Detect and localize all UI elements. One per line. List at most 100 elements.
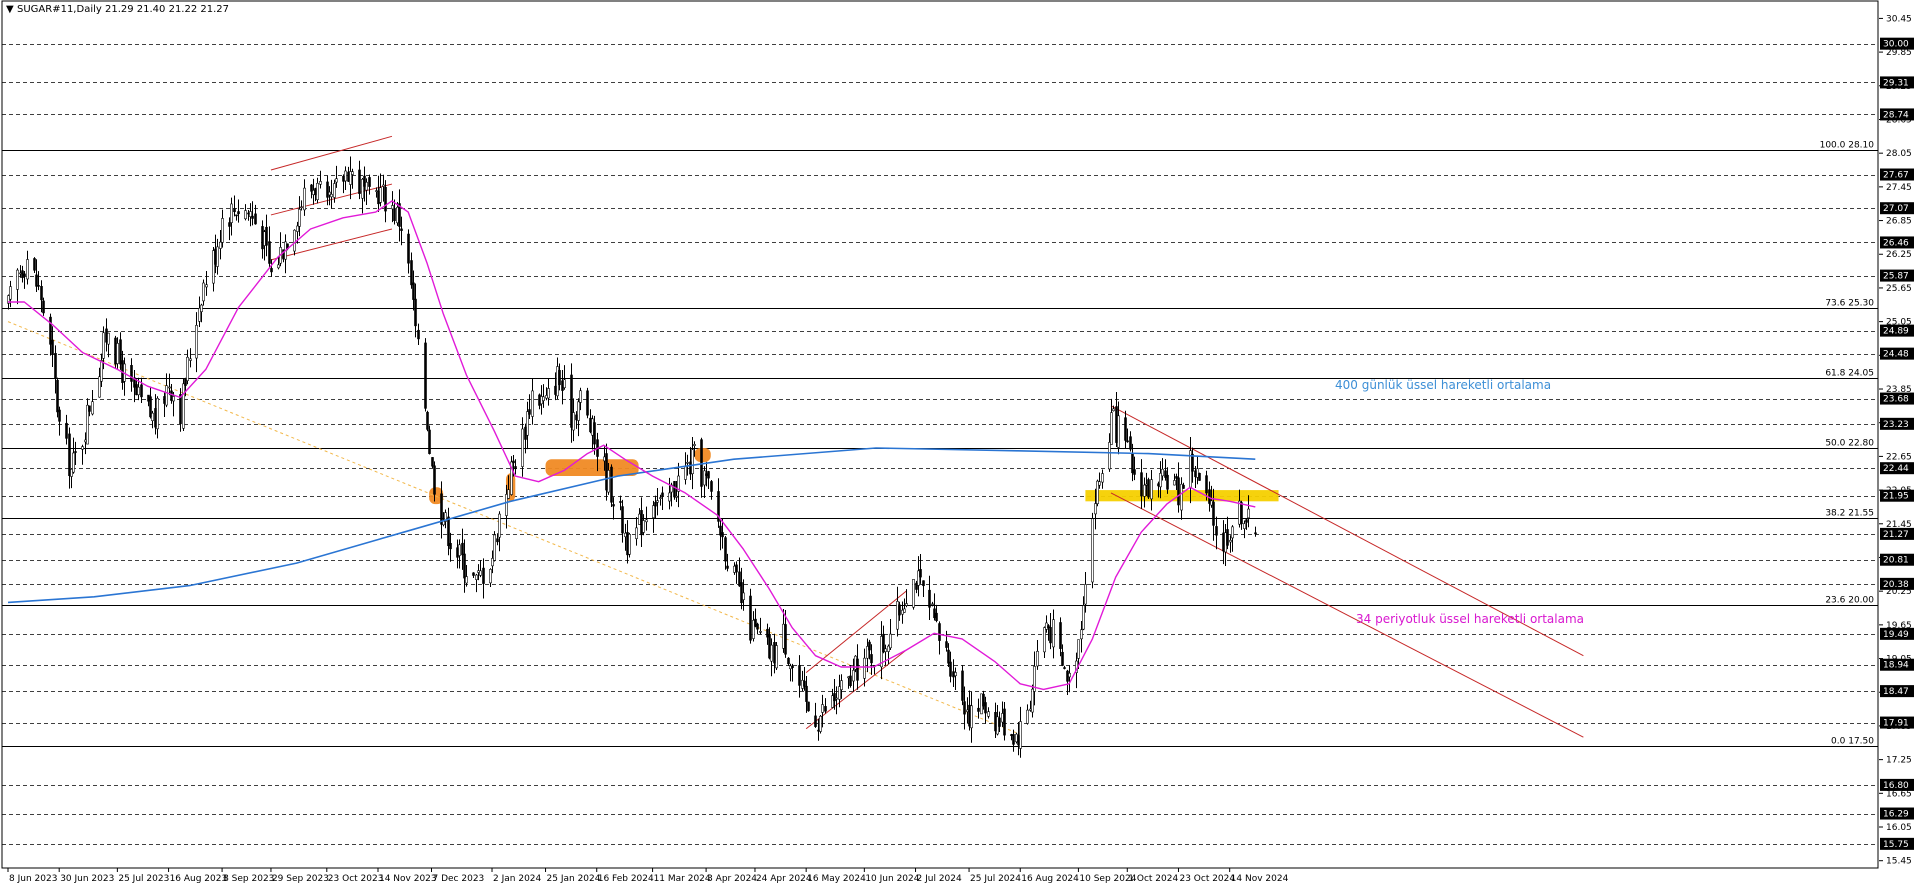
price-tag-0: 30.00 (1883, 40, 1909, 50)
candle-49 (168, 373, 171, 396)
candle-body (759, 631, 762, 633)
candle-body (787, 657, 790, 665)
candle-body (149, 396, 152, 418)
y-tick-label-0: 30.45 (1886, 14, 1912, 24)
candle-1 (9, 280, 12, 308)
candle-375 (1229, 535, 1232, 553)
date-label-8: 7 Dec 2023 (433, 874, 485, 884)
dotted-support-trendline (7, 321, 1021, 735)
candle-212 (700, 437, 703, 498)
candle-336 (1101, 469, 1104, 489)
candle-30 (105, 318, 108, 352)
candle-185 (610, 464, 613, 507)
candle-body (803, 680, 806, 687)
candle-body (1159, 473, 1162, 488)
candle-body (298, 208, 301, 227)
candle-body (805, 685, 808, 702)
candle-body (1098, 481, 1101, 486)
candle-199 (656, 488, 659, 516)
candle-body (984, 702, 987, 714)
candle-body (635, 527, 638, 539)
candle-114 (379, 173, 382, 207)
candle-body (296, 225, 299, 232)
candle-body (335, 178, 338, 183)
candle-43 (149, 387, 152, 419)
date-axis: 8 Jun 2023 30 Jun 2023 25 Jul 2023 16 Aug 2… (2, 867, 1878, 884)
candle-body (230, 203, 233, 223)
candle-319 (1047, 624, 1050, 641)
candle-134 (444, 509, 447, 529)
candle-body (26, 259, 29, 280)
candle-body (170, 390, 173, 401)
candle-166 (547, 378, 550, 406)
candle-body (156, 398, 159, 430)
candle-24 (86, 398, 89, 445)
candle-body (1196, 468, 1199, 478)
candle-body (819, 715, 822, 732)
candle-body (586, 390, 589, 416)
candle-body (1129, 436, 1132, 450)
candle-27 (98, 367, 101, 398)
candle-308 (1012, 729, 1015, 752)
ema400-annotation: 400 günlük üssel hareketli ortalama (1335, 378, 1551, 392)
candle-body (1029, 708, 1032, 711)
fib-label-6: 0.0 17.50 (1831, 737, 1874, 747)
candle-20 (72, 437, 75, 474)
candle-191 (628, 532, 631, 558)
y-tick-label-4: 28.05 (1886, 149, 1912, 159)
candle-335 (1098, 472, 1101, 489)
candle-body (254, 213, 257, 225)
candle-297 (977, 698, 980, 719)
candle-body (35, 274, 38, 287)
candle-body (961, 670, 964, 701)
candle-332 (1091, 512, 1094, 589)
candle-body (807, 701, 810, 712)
candle-316 (1036, 639, 1039, 670)
candle-body (659, 497, 662, 499)
candle-350 (1147, 477, 1150, 500)
candle-22 (81, 444, 84, 465)
candle-247 (814, 702, 817, 728)
candle-358 (1175, 473, 1178, 491)
candle-body (905, 603, 908, 606)
price-tag-6: 25.87 (1883, 272, 1909, 282)
candle-312 (1026, 704, 1029, 725)
candle-59 (200, 303, 203, 323)
candle-body (654, 502, 657, 507)
candle-body (514, 466, 517, 470)
candle-61 (205, 271, 208, 296)
candle-body (1224, 532, 1227, 553)
candle-64 (216, 238, 219, 275)
candle-body (277, 264, 280, 269)
candle-body (414, 298, 417, 327)
date-label-13: 3 Apr 2024 (707, 874, 757, 884)
menu-triangle-icon[interactable]: ▼ (6, 4, 14, 15)
candle-body (235, 214, 238, 217)
price-chart[interactable]: 100.0 28.10 73.6 25.30 61.8 24.05 50.0 22.8… (0, 0, 1916, 888)
candle-body (1084, 584, 1087, 605)
candle-body (1110, 412, 1113, 445)
price-tag-1: 29.31 (1883, 78, 1909, 88)
candle-body (458, 544, 461, 556)
candle-body (251, 215, 254, 219)
candle-287 (945, 630, 948, 652)
candle-body (300, 206, 303, 209)
candle-body (1245, 519, 1248, 523)
candle-body (1082, 605, 1085, 630)
candle-122 (407, 229, 410, 274)
candle-body (577, 401, 580, 421)
candle-body (463, 553, 466, 579)
candle-body (37, 285, 40, 287)
candle-body (316, 182, 319, 201)
candle-body (1096, 480, 1099, 505)
candle-314 (1031, 684, 1034, 718)
candle-body (856, 658, 859, 681)
date-label-14: 24 Apr 2024 (756, 874, 812, 884)
candle-138 (458, 539, 461, 569)
candle-body (1124, 417, 1127, 441)
candle-body (1012, 734, 1015, 745)
candle-body (344, 170, 347, 182)
chart-header[interactable]: ▼ SUGAR#11,Daily 21.29 21.40 21.22 21.27 (6, 4, 229, 15)
candle-body (1182, 484, 1185, 489)
candle-body (498, 513, 501, 538)
